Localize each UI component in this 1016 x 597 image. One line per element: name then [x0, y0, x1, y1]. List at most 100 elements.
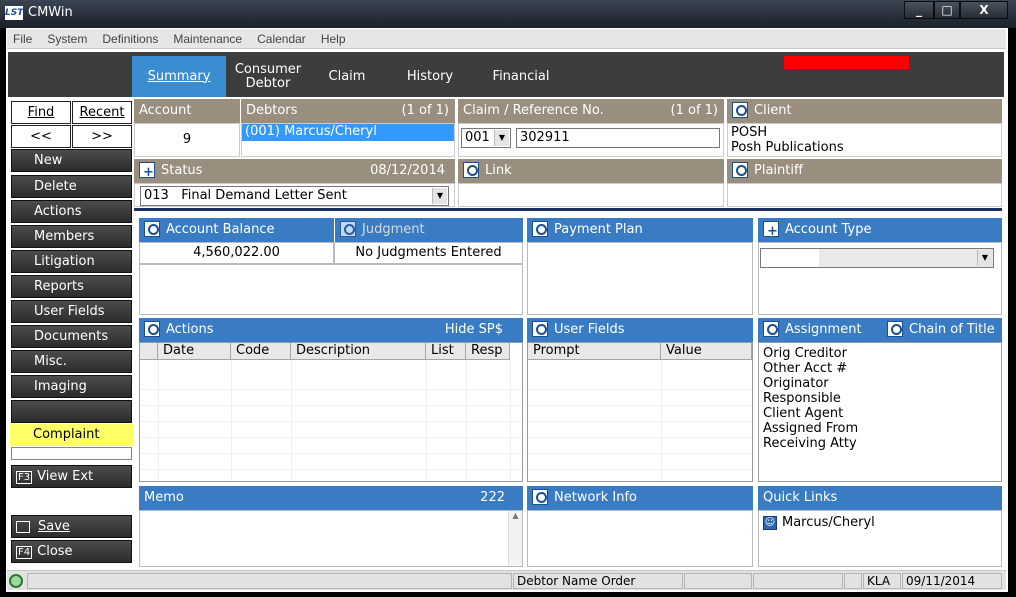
sidebar-imaging[interactable]: Imaging	[11, 375, 132, 398]
claim-number-select[interactable]: 001 ▼	[461, 128, 511, 148]
prev-record-button[interactable]: <<	[11, 125, 71, 148]
sidebar-separator	[11, 447, 132, 460]
add-status-icon[interactable]	[139, 161, 155, 184]
sidebar-members[interactable]: Members	[11, 225, 132, 248]
section-divider	[134, 208, 1002, 211]
link-lookup-icon[interactable]	[463, 161, 479, 178]
col-date[interactable]: Date	[158, 343, 231, 360]
tab-financial[interactable]: Financial	[476, 56, 566, 97]
network-info-body	[527, 510, 753, 567]
app-logo-icon: LST	[5, 6, 24, 20]
tab-history[interactable]: History	[384, 56, 476, 97]
judgment-lookup-icon[interactable]	[340, 220, 356, 237]
sidebar-delete[interactable]: Delete	[11, 175, 132, 198]
chain-of-title-lookup-icon[interactable]	[887, 320, 903, 337]
debtor-row-selected[interactable]: (001) Marcus/Cheryl	[242, 124, 454, 141]
actions-label: Actions	[166, 322, 214, 337]
quick-link-debtor[interactable]: Marcus/Cheryl	[782, 515, 875, 530]
sidebar-misc[interactable]: Misc.	[11, 350, 132, 373]
col-list[interactable]: List	[426, 343, 466, 360]
find-label: Find	[27, 105, 55, 120]
status-slot-2	[753, 573, 843, 589]
network-lookup-icon[interactable]	[532, 488, 548, 505]
debtors-header: Debtors (1 of 1)	[241, 99, 455, 123]
chevron-down-icon: ▼	[977, 250, 992, 266]
user-fields-lookup-icon[interactable]	[532, 320, 548, 337]
balance-lookup-icon[interactable]	[144, 220, 160, 237]
close-window-button[interactable]: X	[960, 1, 1008, 19]
quick-links-body: ☺ Marcus/Cheryl	[758, 510, 1002, 567]
memo-scrollbar[interactable]: ▲	[508, 511, 522, 566]
network-info-header: Network Info	[527, 486, 753, 510]
find-button[interactable]: Find	[11, 101, 71, 124]
sidebar-reports[interactable]: Reports	[11, 275, 132, 298]
assignment-client-agent: Client Agent	[763, 406, 844, 421]
actions-lookup-icon[interactable]	[144, 320, 160, 337]
judgment-header: Judgment	[335, 218, 523, 242]
recent-label: Recent	[79, 105, 125, 120]
f3-key-label: F3	[16, 471, 33, 484]
col-prompt[interactable]: Prompt	[528, 343, 661, 360]
menu-maintenance[interactable]: Maintenance	[173, 29, 242, 46]
menu-definitions[interactable]: Definitions	[102, 29, 158, 46]
save-disk-icon	[16, 520, 30, 533]
plaintiff-header-label: Plaintiff	[754, 163, 803, 178]
status-message	[27, 573, 512, 589]
tab-consumer-debtor[interactable]: Consumer Debtor	[226, 56, 310, 97]
claim-number-value: 001	[465, 130, 490, 145]
account-type-header: Account Type	[758, 218, 1002, 243]
col-resp[interactable]: Resp	[466, 343, 510, 360]
payment-plan-body	[527, 242, 753, 315]
maximize-button[interactable]: □	[934, 1, 960, 19]
account-balance-label: Account Balance	[166, 222, 275, 237]
col-value[interactable]: Value	[661, 343, 752, 360]
view-ext-button[interactable]: F3 View Ext	[11, 465, 132, 488]
assignment-lookup-icon[interactable]	[763, 320, 779, 337]
client-lookup-icon[interactable]	[732, 101, 748, 118]
status-slot-3	[844, 573, 862, 589]
hide-sp-toggle[interactable]: Hide SP$	[445, 318, 503, 341]
sidebar-litigation[interactable]: Litigation	[11, 250, 132, 273]
close-button[interactable]: F4 Close	[11, 540, 132, 563]
assignment-body: Orig Creditor Other Acct # Originator Re…	[758, 342, 1002, 482]
sidebar-documents[interactable]: Documents	[11, 325, 132, 348]
tab-claim[interactable]: Claim	[310, 56, 384, 97]
status-bar: Debtor Name Order KLA 09/11/2014	[7, 570, 1006, 590]
recent-button[interactable]: Recent	[72, 101, 132, 124]
status-header-label: Status	[161, 163, 203, 178]
payment-plan-lookup-icon[interactable]	[532, 220, 548, 237]
save-button[interactable]: Save	[11, 515, 132, 538]
menu-file[interactable]: File	[13, 29, 32, 46]
tab-consumer-label: Consumer	[234, 61, 302, 77]
menu-system[interactable]: System	[47, 29, 87, 46]
minimize-button[interactable]: _	[904, 1, 934, 19]
save-label: Save	[38, 519, 70, 534]
window-title: CMWin	[28, 5, 73, 20]
memo-header: Memo 222	[139, 486, 523, 510]
tab-summary[interactable]: Summary	[132, 56, 226, 97]
add-account-type-icon[interactable]	[763, 220, 779, 243]
menu-calendar[interactable]: Calendar	[257, 29, 306, 46]
tab-claim-label: Claim	[328, 68, 366, 84]
menu-help[interactable]: Help	[321, 29, 346, 46]
sidebar-actions[interactable]: Actions	[11, 200, 132, 223]
plaintiff-lookup-icon[interactable]	[732, 161, 748, 178]
chain-of-title-label[interactable]: Chain of Title	[909, 322, 995, 337]
debtor-name-order: Debtor Name Order	[513, 573, 683, 589]
complaint-button[interactable]: Complaint	[10, 424, 134, 446]
next-record-button[interactable]: >>	[72, 125, 132, 148]
reference-number-field[interactable]: 302911	[516, 128, 720, 148]
col-description[interactable]: Description	[291, 343, 426, 360]
link-body	[458, 183, 724, 207]
status-select[interactable]: 013 Final Demand Letter Sent ▼	[140, 186, 449, 206]
assignment-responsible: Responsible	[763, 391, 841, 406]
actions-grid: Date Code Description List Resp	[139, 342, 523, 482]
sidebar-user-fields[interactable]: User Fields	[11, 300, 132, 323]
col-code[interactable]: Code	[231, 343, 291, 360]
memo-textarea[interactable]: ▲	[139, 510, 523, 567]
sidebar-new[interactable]: New	[11, 149, 132, 172]
account-type-select[interactable]: ▼	[760, 248, 994, 268]
account-type-label: Account Type	[785, 222, 872, 237]
chevron-down-icon: ▼	[432, 188, 447, 204]
client-header: Client	[727, 99, 1002, 123]
